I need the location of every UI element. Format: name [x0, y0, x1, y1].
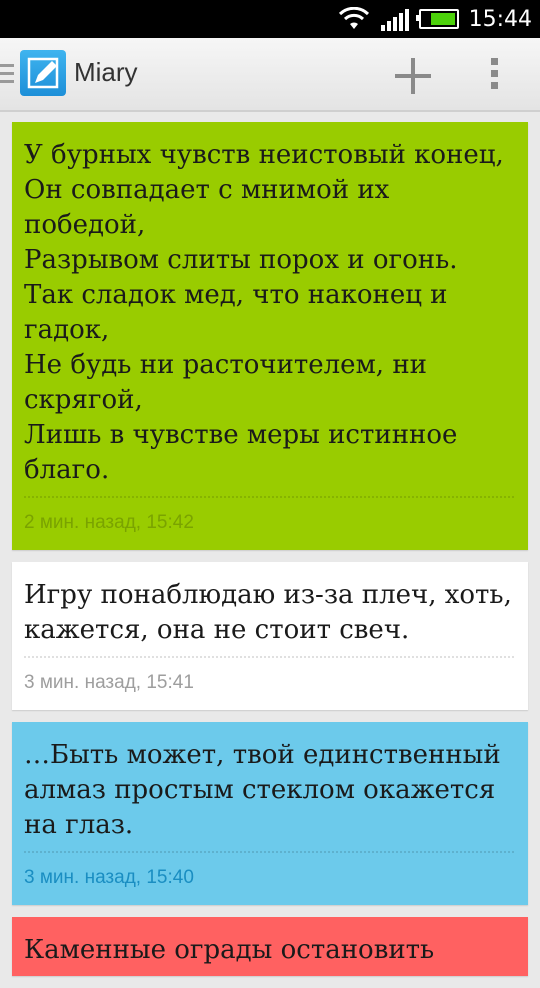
- app-logo-icon[interactable]: [20, 50, 66, 96]
- battery-level: [430, 13, 455, 25]
- note-card[interactable]: …Быть может, твой единственный алмаз про…: [12, 722, 528, 905]
- app-title: Miary: [74, 57, 138, 87]
- action-bar: Miary: [0, 38, 540, 112]
- battery-icon: [415, 9, 459, 29]
- note-timestamp: 3 мин. назад, 15:40: [24, 867, 194, 888]
- drawer-icon[interactable]: [0, 64, 14, 84]
- note-card[interactable]: Каменные ограды остановить: [12, 917, 528, 976]
- note-text: Игру понаблюдаю из-за плеч, хоть, кажетс…: [24, 580, 521, 645]
- add-note-icon[interactable]: [390, 56, 436, 96]
- note-timestamp: 3 мин. назад, 15:41: [24, 672, 194, 693]
- status-bar: 15:44: [0, 0, 540, 38]
- pencil-icon: [27, 57, 59, 89]
- note-card[interactable]: У бурных чувств неистовый конец, Он совп…: [12, 122, 528, 550]
- note-text: Каменные ограды остановить: [24, 935, 435, 965]
- note-timestamp: 2 мин. назад, 15:42: [24, 512, 194, 533]
- notes-list: У бурных чувств неистовый конец, Он совп…: [12, 122, 528, 988]
- clock: 15:44: [468, 6, 532, 32]
- signal-icon: [380, 7, 409, 31]
- overflow-menu-icon[interactable]: [480, 56, 510, 92]
- note-text: У бурных чувств неистовый конец, Он совп…: [24, 140, 504, 485]
- note-card[interactable]: Игру понаблюдаю из-за плеч, хоть, кажетс…: [12, 562, 528, 710]
- wifi-icon: [338, 7, 369, 29]
- note-text: …Быть может, твой единственный алмаз про…: [24, 740, 509, 840]
